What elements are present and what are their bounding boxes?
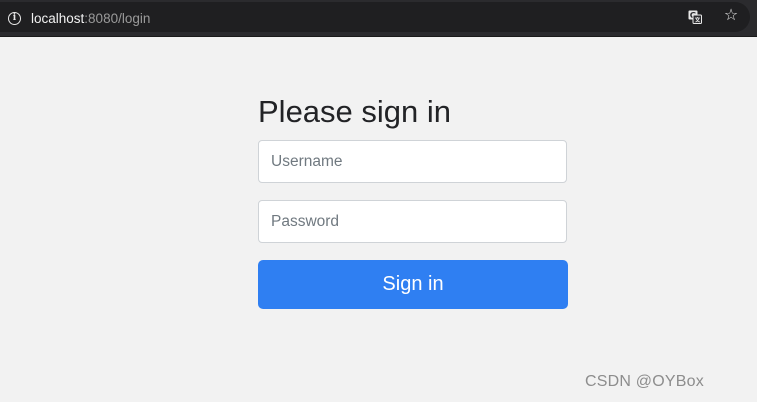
star-icon[interactable]: ☆ bbox=[721, 6, 741, 26]
watermark: CSDN @OYBox bbox=[585, 373, 704, 390]
url-host: localhost bbox=[31, 11, 85, 26]
page-title: Please sign in bbox=[258, 94, 452, 129]
url-text[interactable]: localhost:8080/login bbox=[31, 10, 150, 27]
url-path: :8080/login bbox=[84, 11, 151, 26]
browser-window: i localhost:8080/login G ☆ Please sign i… bbox=[0, 0, 757, 402]
browser-address-bar: i localhost:8080/login G ☆ bbox=[0, 0, 757, 37]
info-icon[interactable]: i bbox=[8, 12, 21, 25]
username-field[interactable] bbox=[258, 140, 567, 183]
translate-icon[interactable]: G bbox=[688, 10, 702, 24]
password-field[interactable] bbox=[258, 200, 567, 243]
url-bar[interactable]: i localhost:8080/login bbox=[0, 2, 750, 32]
sign-in-button[interactable]: Sign in bbox=[258, 260, 568, 309]
